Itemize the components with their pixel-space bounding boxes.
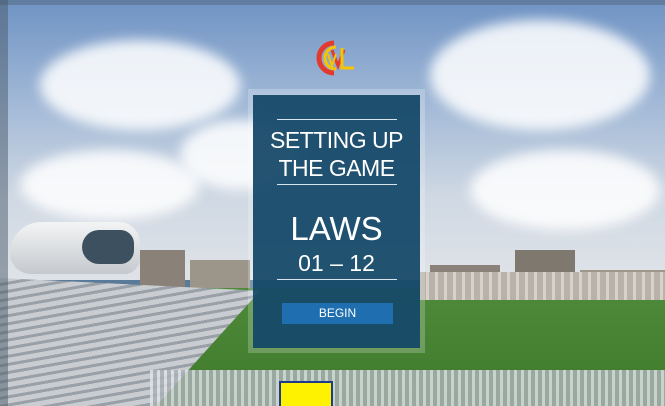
edge-shade [0, 0, 8, 406]
cloud [40, 40, 240, 130]
divider [277, 184, 397, 185]
laws-range: 01 – 12 [298, 250, 375, 276]
mcc-logo-icon [316, 40, 354, 76]
cloud [430, 20, 650, 130]
media-centre-window [82, 230, 134, 264]
begin-button[interactable]: BEGIN [282, 303, 393, 324]
laws-label: LAWS [290, 210, 383, 247]
boundary-rail [150, 370, 665, 406]
divider [277, 119, 397, 120]
divider [277, 279, 397, 280]
title-panel: SETTING UP THE GAME LAWS 01 – 12 BEGIN [253, 95, 420, 348]
edge-shade [0, 0, 665, 5]
highlight-tab[interactable] [279, 381, 333, 406]
cloud [20, 150, 200, 220]
section-title-line1: SETTING UP [269, 127, 404, 153]
cloud [470, 150, 660, 230]
section-title-line2: THE GAME [278, 155, 395, 181]
stand-right [420, 272, 665, 300]
